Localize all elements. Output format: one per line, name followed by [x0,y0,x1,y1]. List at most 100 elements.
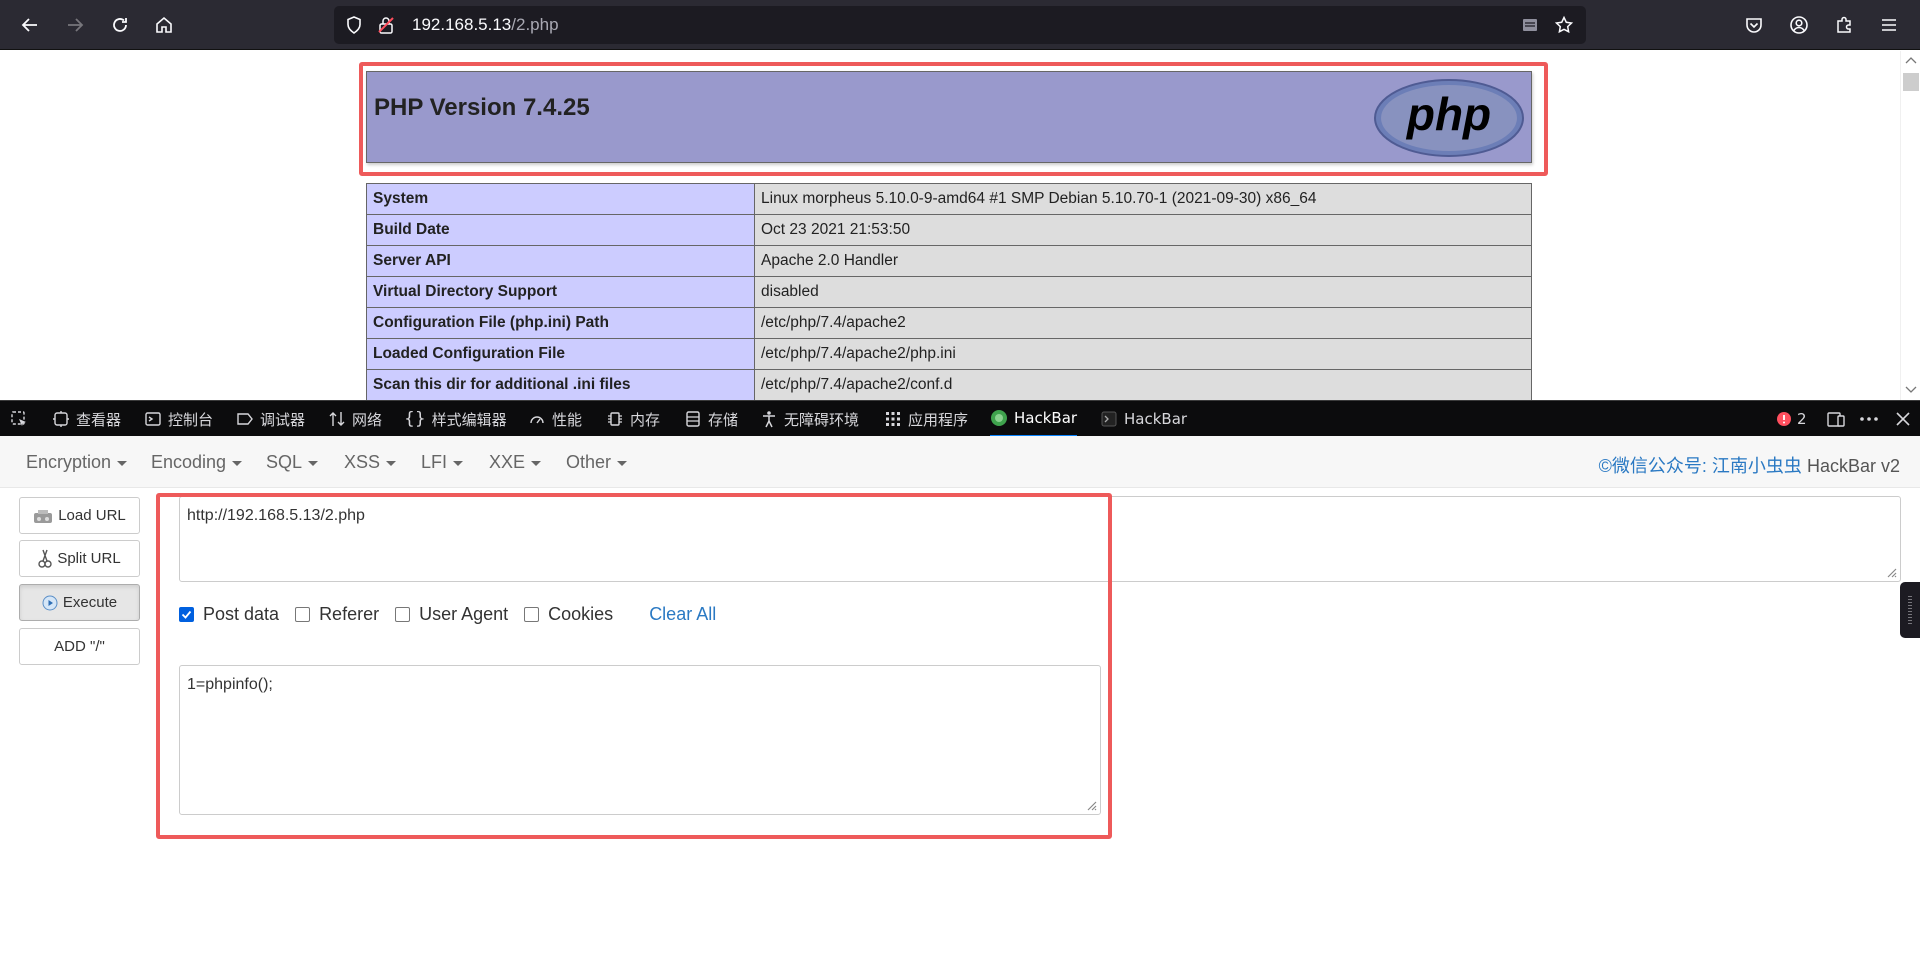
account-button[interactable] [1783,9,1815,41]
php-info-key: Server API [366,245,755,277]
caret-down-icon [617,460,628,466]
php-version-title: PHP Version 7.4.25 [374,94,590,121]
load-url-button[interactable]: Load URL [19,497,140,534]
php-info-value: /etc/php/7.4/apache2/php.ini [754,338,1532,370]
address-bar[interactable]: 192.168.5.13/2.php [334,6,1586,44]
php-info-value: disabled [754,276,1532,308]
forward-arrow-icon [68,18,84,32]
side-panel-handle[interactable] [1900,582,1920,638]
load-url-icon [34,509,53,523]
scrollbar-thumb[interactable] [1903,73,1919,91]
devtools-more-button[interactable] [1858,401,1880,437]
insecure-lock-icon[interactable] [376,15,396,35]
console-icon [145,412,161,426]
php-info-row: Server API Apache 2.0 Handler [366,245,1532,277]
resize-grip-icon[interactable] [1885,566,1897,578]
php-info-row: Loaded Configuration File/etc/php/7.4/ap… [366,338,1532,370]
memory-chip-icon [608,412,622,426]
menu-button[interactable] [1873,9,1905,41]
pocket-button[interactable] [1738,9,1770,41]
menu-encryption[interactable]: Encryption [26,452,128,473]
responsive-design-icon [1827,412,1845,427]
hackbar-dark-icon [1101,411,1117,427]
devtools-close-button[interactable] [1894,401,1912,437]
tab-storage[interactable]: 存储 [684,401,738,437]
highlight-box-hackbar [156,493,1112,839]
devtools-toolbar: 查看器 控制台 调试器 网络 {} 样式编辑器 性能 内存 存储 无障碍环境 应… [0,400,1920,437]
hackbar-credit: ©微信公众号: 江南小虫虫 HackBar v2 [1598,456,1900,476]
tab-inspector[interactable]: 查看器 [52,401,121,437]
forward-button[interactable] [59,9,91,41]
tab-network[interactable]: 网络 [328,401,382,437]
storage-icon [686,411,700,427]
caret-down-icon [308,460,319,466]
php-info-row: Configuration File (php.ini) Path/etc/ph… [366,307,1532,339]
tab-console[interactable]: 控制台 [144,401,213,437]
scroll-up-icon[interactable] [1905,55,1917,65]
element-picker-icon [11,411,26,426]
php-info-key: Build Date [366,214,755,246]
tab-application[interactable]: 应用程序 [884,401,968,437]
tab-hackbar-active[interactable]: HackBar [990,401,1078,437]
caret-down-icon [531,460,542,466]
network-arrows-icon [329,412,345,426]
error-icon [1777,412,1791,426]
caret-down-icon [386,460,397,466]
menu-encoding[interactable]: Encoding [151,452,243,473]
svg-text:php: php [1405,88,1491,140]
close-icon [1896,412,1910,426]
php-info-row: Virtual Directory Support disabled [366,276,1532,308]
php-info-value: Linux morpheus 5.10.0-9-amd64 #1 SMP Deb… [754,183,1532,215]
more-dots-icon [1860,417,1878,421]
url-text: 192.168.5.13/2.php [412,15,559,34]
php-info-table: System Linux morpheus 5.10.0-9-amd64 #1 S… [366,183,1532,400]
php-info-key: Loaded Configuration File [366,338,755,370]
home-button[interactable] [148,9,180,41]
php-info-key: Scan this dir for additional .ini files [366,369,755,400]
menu-sql[interactable]: SQL [266,452,319,473]
caret-down-icon [453,460,464,466]
page-content: PHP Version 7.4.25 php System Linux morph… [0,51,1920,400]
menu-xxe[interactable]: XXE [489,452,542,473]
grip-lines-icon [1908,596,1912,624]
error-count-badge[interactable]: 2 [1776,401,1807,437]
add-slash-button[interactable]: ADD "/" [19,628,140,665]
menu-other[interactable]: Other [566,452,628,473]
tab-performance[interactable]: 性能 [528,401,582,437]
tab-hackbar[interactable]: HackBar [1100,401,1187,437]
reload-icon [113,18,127,32]
reader-view-icon[interactable] [1520,15,1540,35]
page-scrollbar[interactable] [1900,51,1920,400]
menu-xss[interactable]: XSS [344,452,397,473]
gauge-icon [530,416,544,424]
responsive-mode-button[interactable] [1826,401,1846,437]
php-info-value: Oct 23 2021 21:53:50 [754,214,1532,246]
shield-icon[interactable] [344,15,364,35]
reload-button[interactable] [104,9,136,41]
bookmark-star-icon[interactable] [1554,15,1574,35]
php-info-row: Scan this dir for additional .ini files /… [366,369,1532,400]
tab-style-editor[interactable]: {} 样式编辑器 [404,401,507,437]
hackbar-green-icon [991,410,1007,426]
extensions-button[interactable] [1828,9,1860,41]
menu-lfi[interactable]: LFI [421,452,464,473]
caret-down-icon [117,460,128,466]
execute-button[interactable]: Execute [19,584,140,621]
pocket-icon [1746,18,1762,33]
scissors-icon [38,549,53,568]
scroll-down-icon[interactable] [1905,385,1917,395]
grid-icon [886,412,900,426]
php-logo: php [1374,79,1524,157]
debugger-icon [237,413,253,425]
php-info-key: Virtual Directory Support [366,276,755,308]
tab-debugger[interactable]: 调试器 [236,401,305,437]
braces-icon: {} [404,409,426,429]
back-button[interactable] [14,9,46,41]
split-url-button[interactable]: Split URL [19,540,140,577]
php-info-key: System [366,183,755,215]
php-version-header: PHP Version 7.4.25 php [366,71,1532,163]
tab-memory[interactable]: 内存 [606,401,660,437]
php-info-value: Apache 2.0 Handler [754,245,1532,277]
element-picker-button[interactable] [10,401,28,437]
tab-accessibility[interactable]: 无障碍环境 [760,401,859,437]
